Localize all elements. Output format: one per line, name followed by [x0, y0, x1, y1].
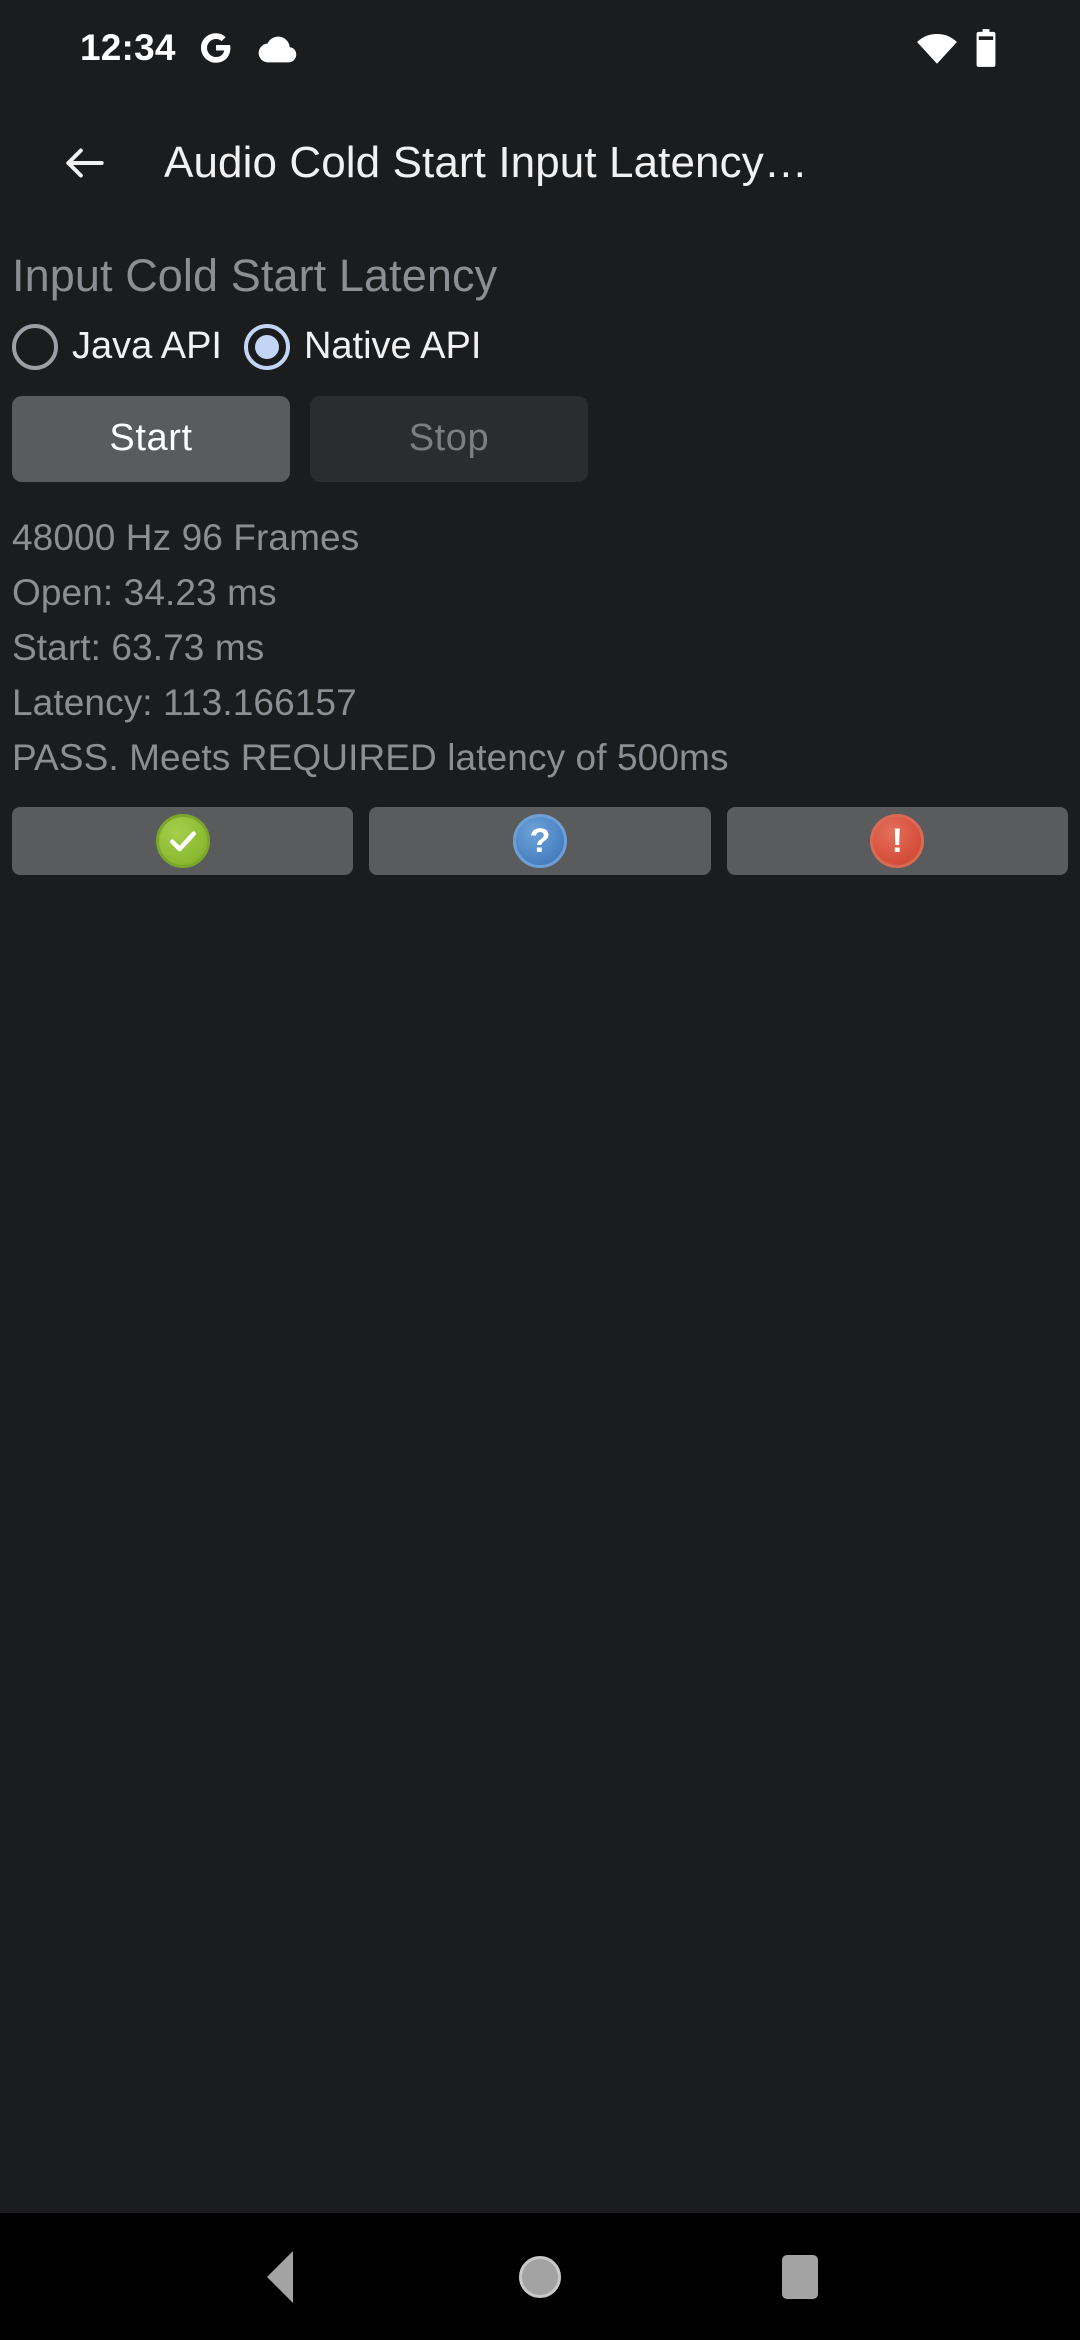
- start-button[interactable]: Start: [12, 395, 290, 482]
- radio-circle-selected-icon: [243, 323, 290, 370]
- section-heading: Input Cold Start Latency: [12, 250, 498, 301]
- fail-button[interactable]: !: [726, 806, 1068, 875]
- stop-button: Stop: [310, 395, 588, 482]
- status-bar-left: 12:34: [0, 29, 298, 66]
- nav-home-button[interactable]: [480, 2217, 600, 2337]
- app-bar: Audio Cold Start Input Latency…: [0, 95, 1080, 230]
- radio-circle-icon: [12, 323, 58, 370]
- status-bar: 12:34: [0, 0, 1080, 95]
- info-button[interactable]: ?: [369, 806, 711, 875]
- battery-icon: [974, 28, 998, 67]
- status-bar-right: [916, 28, 1040, 67]
- verdict-buttons: ? !: [12, 806, 1068, 875]
- radio-java-api-label: Java API: [72, 325, 222, 368]
- radio-native-api[interactable]: Native API: [243, 323, 503, 370]
- back-button[interactable]: [48, 126, 122, 200]
- result-line-sample-rate: 48000 Hz 96 Frames: [12, 516, 360, 558]
- results-text: 48000 Hz 96 Frames Open: 34.23 ms Start:…: [12, 510, 1068, 785]
- cloud-icon: [256, 33, 298, 63]
- exclamation-circle-icon: !: [870, 813, 925, 868]
- result-line-start: Start: 63.73 ms: [12, 626, 265, 668]
- google-g-icon: [198, 30, 234, 66]
- result-line-latency: Latency: 113.166157: [12, 681, 357, 723]
- pass-button[interactable]: [12, 806, 354, 875]
- nav-recents-button[interactable]: [740, 2217, 860, 2337]
- check-icon: [169, 831, 196, 852]
- back-triangle-icon: [267, 2250, 293, 2303]
- result-line-verdict: PASS. Meets REQUIRED latency of 500ms: [12, 736, 729, 778]
- result-line-open: Open: 34.23 ms: [12, 571, 277, 613]
- main-content: Input Cold Start Latency Java API Native…: [0, 230, 1080, 2213]
- nav-back-button[interactable]: [220, 2217, 340, 2337]
- navigation-bar: [0, 2213, 1080, 2340]
- radio-java-api[interactable]: Java API: [12, 323, 244, 370]
- radio-native-api-label: Native API: [303, 325, 482, 368]
- back-arrow-icon: [66, 148, 104, 177]
- home-circle-icon: [519, 2255, 561, 2298]
- api-radio-group: Java API Native API: [12, 323, 1068, 370]
- status-clock: 12:34: [80, 27, 176, 68]
- recents-square-icon: [782, 2254, 818, 2299]
- transport-buttons: Start Stop: [12, 395, 1068, 482]
- page-title: Audio Cold Start Input Latency…: [164, 137, 808, 187]
- phone-screen: 12:34 Audio Cold Start Input Latency… In…: [0, 0, 1080, 2340]
- question-circle-icon: ?: [512, 813, 567, 868]
- check-circle-icon: [155, 813, 210, 868]
- wifi-icon: [916, 31, 958, 65]
